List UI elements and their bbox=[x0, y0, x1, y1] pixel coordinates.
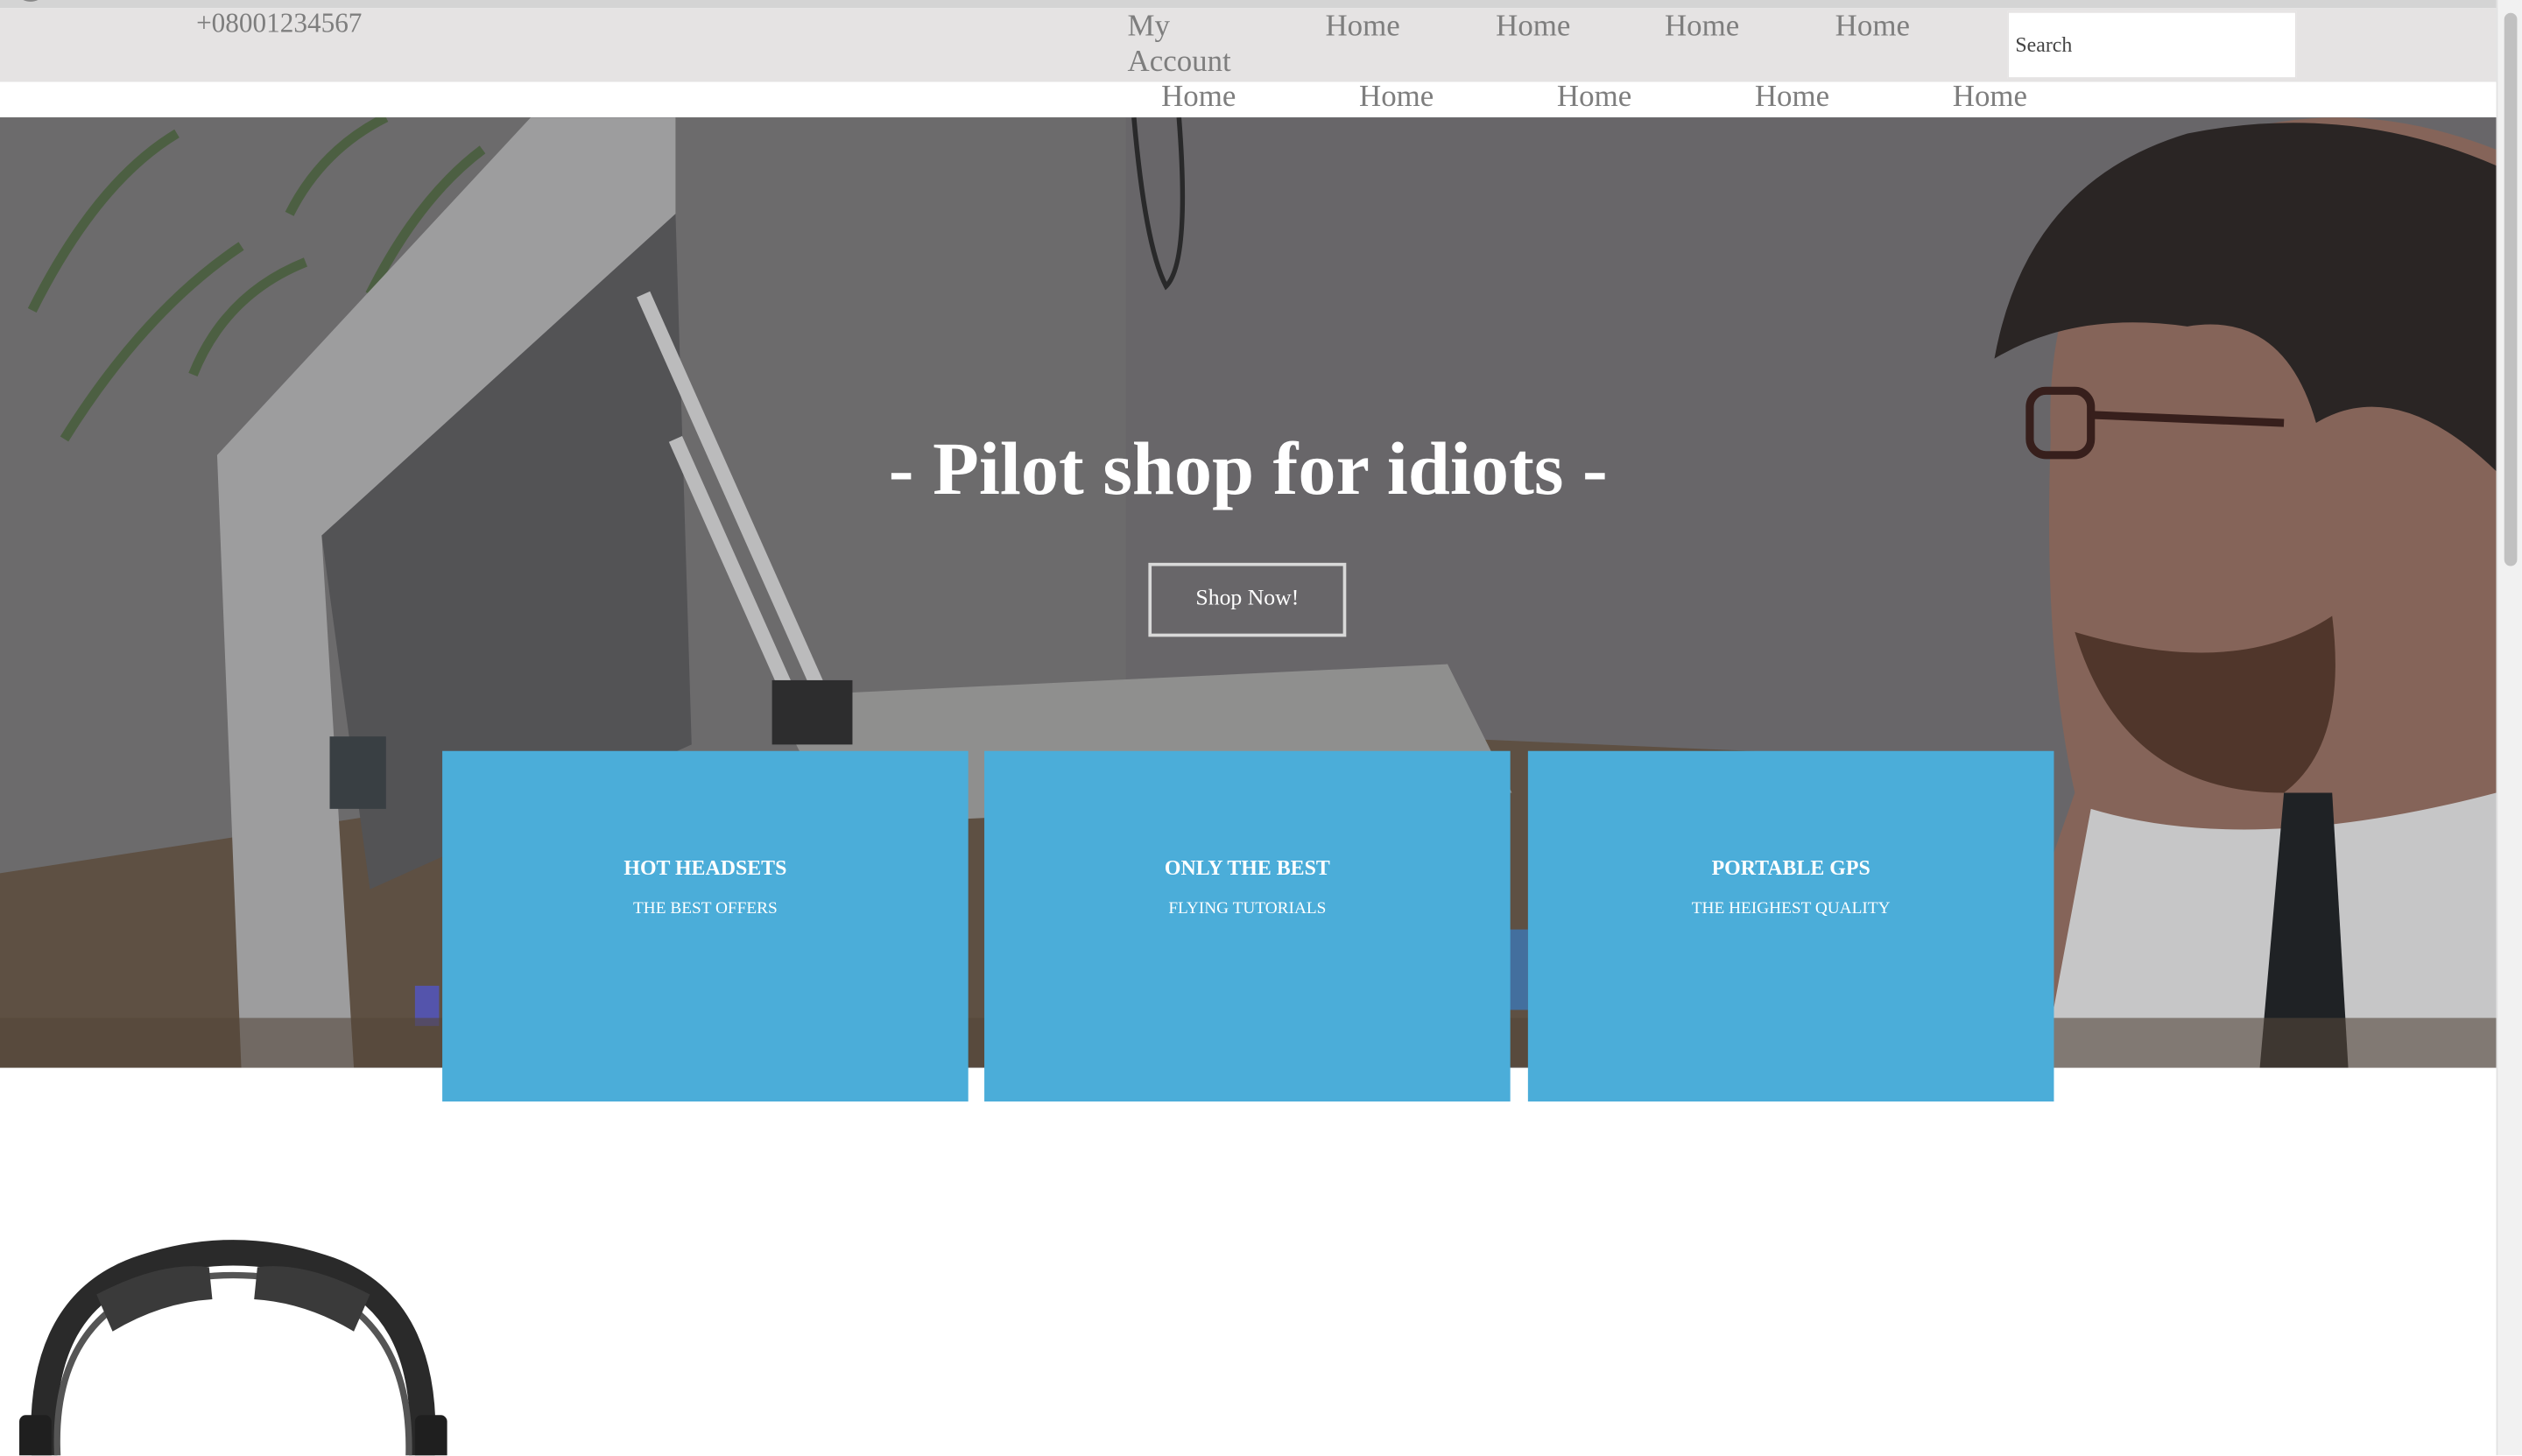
card-subtitle: THE BEST OFFERS bbox=[633, 900, 778, 918]
feature-card-headsets[interactable]: HOT HEADSETS THE BEST OFFERS bbox=[442, 750, 969, 1102]
nav-home-3[interactable]: Home bbox=[1665, 10, 1739, 45]
search-input[interactable] bbox=[2007, 11, 2297, 79]
vertical-scrollbar[interactable] bbox=[2496, 0, 2522, 1456]
nav-my-account[interactable]: My Account bbox=[1128, 10, 1241, 81]
secondary-nav-home-3[interactable]: Home bbox=[1557, 81, 1631, 116]
feature-card-tutorials[interactable]: ONLY THE BEST FLYING TUTORIALS bbox=[984, 750, 1511, 1102]
hero-title: - Pilot shop for idiots - bbox=[888, 427, 1608, 512]
feature-card-gps[interactable]: PORTABLE GPS THE HEIGHEST QUALITY bbox=[1527, 750, 2054, 1102]
secondary-nav-home-1[interactable]: Home bbox=[1161, 81, 1236, 116]
nav-home-2[interactable]: Home bbox=[1496, 10, 1570, 45]
secondary-nav-home-5[interactable]: Home bbox=[1953, 81, 2027, 116]
card-title: PORTABLE GPS bbox=[1711, 855, 1870, 880]
phone-number: +08001234567 bbox=[196, 8, 363, 39]
card-subtitle: FLYING TUTORIALS bbox=[1168, 900, 1327, 918]
card-title: ONLY THE BEST bbox=[1164, 855, 1330, 880]
headset-product-image[interactable] bbox=[0, 1238, 467, 1456]
top-border bbox=[0, 0, 2497, 9]
nav-home-4[interactable]: Home bbox=[1835, 10, 1910, 45]
page: +08001234567 My Account Home Home Home H… bbox=[0, 0, 2522, 1456]
card-subtitle: THE HEIGHEST QUALITY bbox=[1691, 900, 1891, 918]
partial-icon bbox=[23, 0, 39, 2]
secondary-nav-home-4[interactable]: Home bbox=[1755, 81, 1829, 116]
scrollbar-thumb[interactable] bbox=[2504, 12, 2518, 566]
secondary-nav-home-2[interactable]: Home bbox=[1359, 81, 1434, 116]
secondary-nav-bar bbox=[0, 81, 2497, 118]
nav-home-1[interactable]: Home bbox=[1325, 10, 1399, 45]
shop-now-button[interactable]: Shop Now! bbox=[1148, 562, 1347, 637]
card-title: HOT HEADSETS bbox=[623, 855, 787, 880]
